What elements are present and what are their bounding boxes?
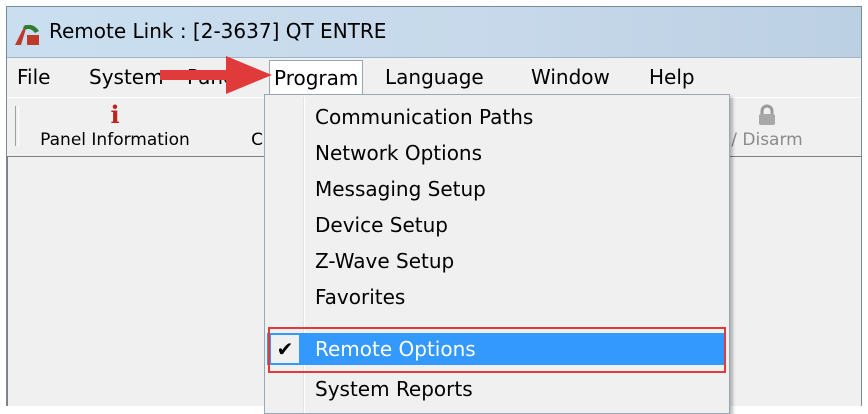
menu-item-communication-paths[interactable]: Communication Paths [267,101,725,133]
menu-window[interactable]: Window [527,58,614,96]
menu-item-label: Device Setup [315,213,448,237]
menu-help[interactable]: Help [645,58,699,96]
menu-item-network-options[interactable]: Network Options [267,137,725,169]
menu-program[interactable]: Program [269,60,364,96]
menu-item-label: Z-Wave Setup [315,249,455,273]
menu-item-z-wave-setup[interactable]: Z-Wave Setup [267,245,725,277]
menu-item-label: Remote Options [315,337,476,361]
panel-information-label: Panel Information [40,130,190,150]
checkmark-icon: ✔ [271,335,299,363]
menu-panel[interactable]: Panel [183,58,245,96]
menu-item-label: System Reports [315,377,473,401]
menu-item-label: Messaging Setup [315,177,486,201]
panel-information-button[interactable]: i Panel Information [25,102,205,154]
menu-item-remote-options[interactable]: ✔ Remote Options [267,333,725,365]
menu-item-label: Favorites [315,285,406,309]
menu-bar: File System Panel Program Language Windo… [7,58,861,96]
menu-system[interactable]: System [85,58,168,96]
menu-item-system-reports[interactable]: System Reports [267,373,725,405]
menu-item-favorites[interactable]: Favorites [267,281,725,313]
lock-icon [759,104,775,125]
menu-language[interactable]: Language [381,58,488,96]
info-icon: i [110,100,120,129]
window-title: Remote Link : [2-3637] QT ENTRE [49,19,387,43]
program-menu-dropdown: Communication Paths Network Options Mess… [264,94,730,414]
menu-item-device-setup[interactable]: Device Setup [267,209,725,241]
menu-item-messaging-setup[interactable]: Messaging Setup [267,173,725,205]
app-logo-icon [15,24,39,45]
menu-item-label: Network Options [315,141,483,165]
title-bar[interactable]: Remote Link : [2-3637] QT ENTRE [7,7,861,58]
menu-file[interactable]: File [13,58,54,96]
toolbar-separator [15,106,19,146]
menu-item-label: Communication Paths [315,105,534,129]
